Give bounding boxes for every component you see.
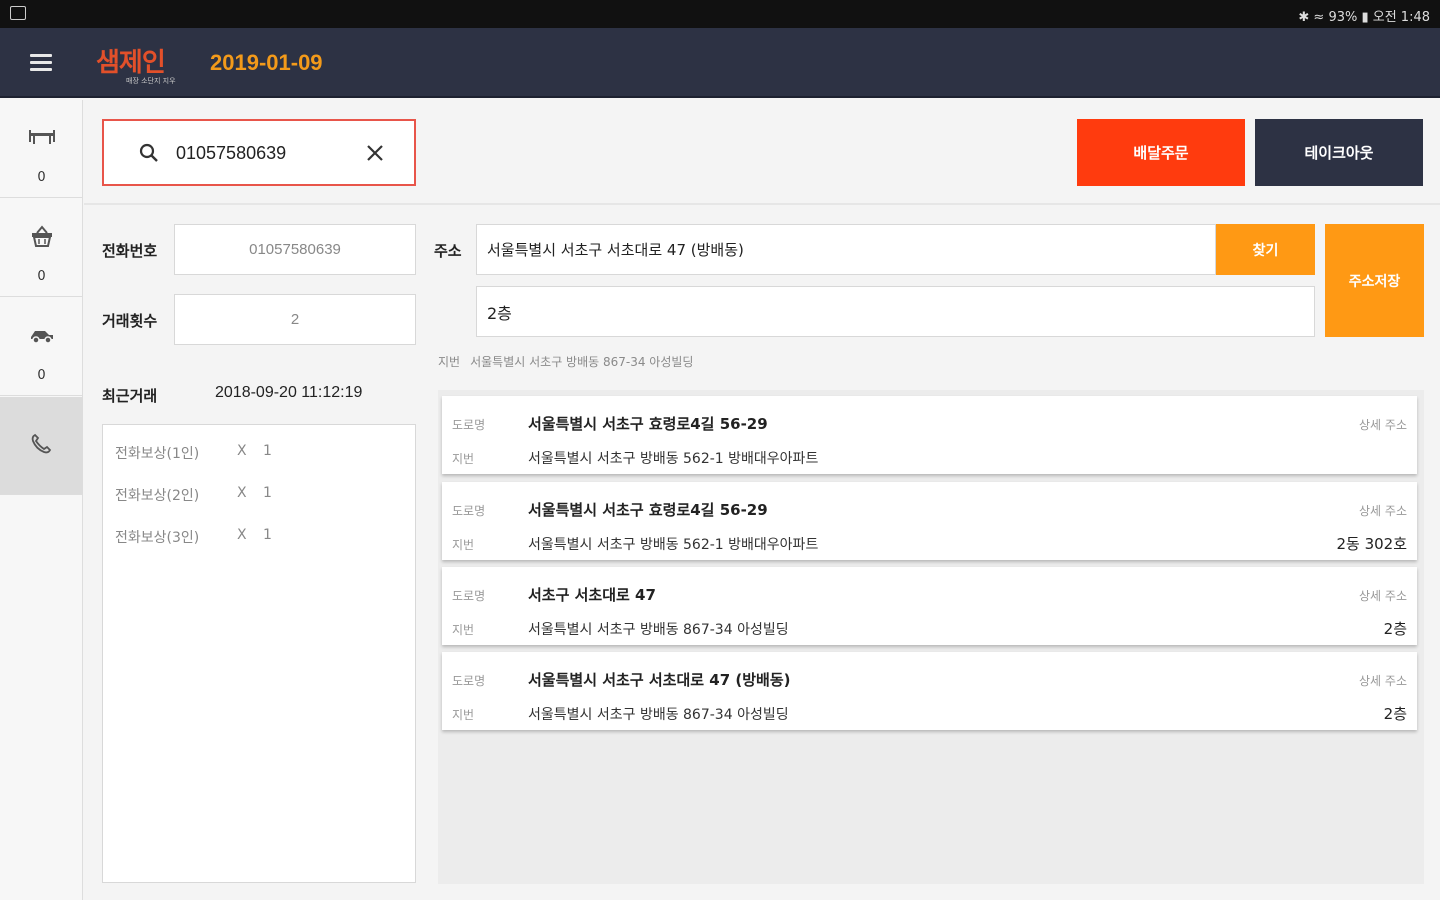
order-history-list: 전화보상(1인) X 1 전화보상(2인) X 1 전화보상(3인) X 1: [102, 424, 416, 883]
history-item-qty: 1: [263, 485, 272, 501]
history-item-x: X: [237, 443, 247, 459]
search-icon: [139, 143, 158, 162]
history-item-x: X: [237, 527, 247, 543]
detail-address: 2동 302호: [1336, 535, 1407, 553]
history-item-x: X: [237, 485, 247, 501]
detail-address: 2층: [1383, 620, 1407, 638]
road-address: 서울특별시 서초구 효령로4길 56-29: [528, 415, 768, 433]
jibun-address: 지번 서울특별시 서초구 방배동 867-34 아성빌딩: [438, 353, 693, 370]
jibun-address: 서울특별시 서초구 방배동 562-1 방배대우아파트: [528, 537, 819, 553]
sidebar-count: 0: [37, 170, 46, 185]
logo: 샘제인 매장 소단지 지우: [90, 40, 198, 88]
find-address-button[interactable]: 찾기: [1216, 224, 1315, 275]
phone-label: 전화번호: [102, 242, 158, 260]
delivery-order-button[interactable]: 배달주문: [1077, 119, 1245, 186]
road-address: 서울특별시 서초구 서초대로 47 (방배동): [528, 671, 791, 689]
detail-label: 상세 주소: [1359, 418, 1407, 432]
detail-label: 상세 주소: [1359, 504, 1407, 518]
table-icon: [29, 130, 55, 144]
sidebar-item-table[interactable]: 0: [0, 100, 83, 198]
status-bar: ✱ ≈ 93% ▮ 오전 1:48: [0, 0, 1440, 28]
jibun-label: 지번: [452, 708, 475, 722]
address-detail-input[interactable]: 2층: [476, 286, 1315, 337]
address-input[interactable]: 서울특별시 서초구 서초대로 47 (방배동): [476, 224, 1216, 275]
takeout-button[interactable]: 테이크아웃: [1255, 119, 1423, 186]
sidebar-count: 0: [37, 368, 46, 383]
road-label: 도로명: [452, 418, 486, 432]
history-item-qty: 1: [263, 443, 272, 459]
address-label: 주소: [434, 242, 462, 260]
detail-address: 2층: [1383, 705, 1407, 723]
detail-label: 상세 주소: [1359, 674, 1407, 688]
app-date: 2019-01-09: [210, 50, 323, 75]
road-address: 서울특별시 서초구 효령로4길 56-29: [528, 501, 768, 519]
history-item-qty: 1: [263, 527, 272, 543]
sidebar: 0 0 0: [0, 100, 83, 900]
jibun-label: 지번: [452, 452, 475, 466]
search-input[interactable]: [176, 137, 356, 169]
sidebar-item-phone[interactable]: [0, 397, 83, 495]
jibun-address: 서울특별시 서초구 방배동 867-34 아성빌딩: [528, 622, 789, 638]
basket-icon: [32, 225, 52, 247]
road-label: 도로명: [452, 504, 486, 518]
history-item-name: 전화보상(2인): [115, 488, 200, 504]
history-item-name: 전화보상(3인): [115, 530, 200, 546]
logo-text: 샘제인: [96, 48, 166, 78]
history-item-name: 전화보상(1인): [115, 446, 200, 462]
status-info: ✱ ≈ 93% ▮ 오전 1:48: [1298, 10, 1430, 25]
address-card[interactable]: 도로명 서울특별시 서초구 효령로4길 56-29 지번 서울특별시 서초구 방…: [442, 396, 1417, 474]
delivery-icon: [31, 331, 53, 344]
phone-icon: [31, 433, 52, 454]
road-address: 서초구 서초대로 47: [528, 586, 656, 604]
app-bar: 샘제인 매장 소단지 지우 2019-01-09: [0, 28, 1440, 98]
last-deal-label: 최근거래: [102, 387, 158, 405]
sidebar-count: 0: [37, 269, 46, 284]
road-label: 도로명: [452, 674, 486, 688]
deal-count-label: 거래횟수: [102, 312, 158, 330]
menu-icon[interactable]: [30, 54, 52, 72]
deal-count-field[interactable]: 2: [174, 294, 416, 345]
logo-subtitle: 매장 소단지 지우: [126, 77, 176, 85]
divider: [84, 203, 1440, 205]
jibun-label: 지번: [452, 538, 475, 552]
sidebar-item-delivery[interactable]: 0: [0, 298, 83, 396]
address-card[interactable]: 도로명 서울특별시 서초구 효령로4길 56-29 지번 서울특별시 서초구 방…: [442, 482, 1417, 560]
jibun-address: 서울특별시 서초구 방배동 867-34 아성빌딩: [528, 707, 789, 723]
jibun-address: 서울특별시 서초구 방배동 562-1 방배대우아파트: [528, 451, 819, 467]
close-icon[interactable]: [364, 142, 386, 164]
gallery-icon: [10, 6, 26, 20]
jibun-label: 지번: [438, 355, 461, 369]
detail-label: 상세 주소: [1359, 589, 1407, 603]
address-list: 도로명 서울특별시 서초구 효령로4길 56-29 지번 서울특별시 서초구 방…: [438, 390, 1424, 884]
address-card[interactable]: 도로명 서초구 서초대로 47 지번 서울특별시 서초구 방배동 867-34 …: [442, 567, 1417, 645]
sidebar-item-basket[interactable]: 0: [0, 199, 83, 297]
last-deal-value: 2018-09-20 11:12:19: [215, 384, 363, 401]
jibun-label: 지번: [452, 623, 475, 637]
jibun-value: 서울특별시 서초구 방배동 867-34 아성빌딩: [470, 355, 694, 369]
save-address-button[interactable]: 주소저장: [1325, 224, 1424, 337]
search-box: [102, 119, 416, 186]
road-label: 도로명: [452, 589, 486, 603]
address-card[interactable]: 도로명 서울특별시 서초구 서초대로 47 (방배동) 지번 서울특별시 서초구…: [442, 652, 1417, 730]
phone-field[interactable]: 01057580639: [174, 224, 416, 275]
